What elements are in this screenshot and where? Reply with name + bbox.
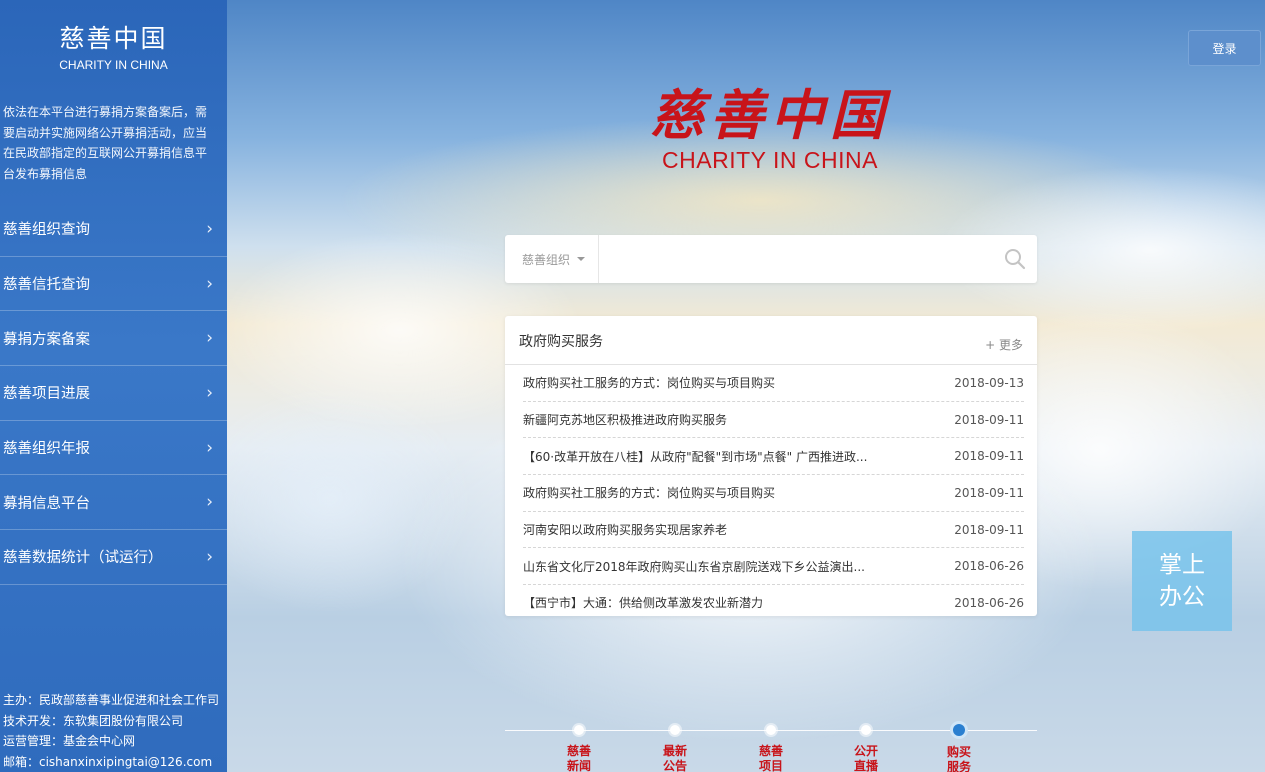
chevron-right-icon: › [206, 328, 213, 349]
timeline-label: 慈善项目 [758, 744, 783, 772]
news-item-title: 政府购买社工服务的方式：岗位购买与项目购买 [523, 486, 776, 501]
sidebar-item-label: 慈善项目进展 [3, 386, 90, 403]
timeline-item-live[interactable]: 公开直播 [846, 721, 886, 772]
sidebar-item-charity-org-query[interactable]: 慈善组织查询 › [0, 202, 227, 257]
chevron-right-icon: › [206, 382, 213, 403]
mobile-office-button[interactable]: 掌上 办公 [1132, 531, 1232, 631]
caret-down-icon [577, 257, 586, 261]
timeline-label: 购买服务 [946, 745, 971, 772]
news-item[interactable]: 政府购买社工服务的方式：岗位购买与项目购买 2018-09-13 [523, 365, 1024, 402]
timeline-label: 最新公告 [662, 744, 687, 772]
sidebar-item-fundraising-platform[interactable]: 募捐信息平台 › [0, 475, 227, 531]
chevron-right-icon: › [206, 492, 213, 513]
mobile-office-label-line1: 掌上 [1159, 552, 1205, 578]
news-item[interactable]: 【60·改革开放在八桂】从政府"配餐"到市场"点餐" 广西推进政... 2018… [523, 438, 1024, 476]
timeline-dot [861, 725, 871, 735]
news-panel: 政府购买服务 + 更多 政府购买社工服务的方式：岗位购买与项目购买 2018-0… [505, 316, 1037, 616]
news-item-title: 【60·改革开放在八桂】从政府"配餐"到市场"点餐" 广西推进政... [523, 449, 868, 464]
sidebar-brand: 慈善中国 CHARITY IN CHINA [0, 0, 227, 72]
footer-tech: 技术开发：东软集团股份有限公司 [3, 713, 184, 728]
login-button[interactable]: 登录 [1188, 30, 1261, 66]
news-item-title: 【西宁市】大通：供给侧改革激发农业新潜力 [523, 596, 764, 611]
search-button[interactable] [993, 235, 1037, 283]
news-list: 政府购买社工服务的方式：岗位购买与项目购买 2018-09-13 新疆阿克苏地区… [505, 365, 1037, 616]
section-timeline-nav: 慈善新闻 最新公告 慈善项目 公开直播 购买服务 [505, 721, 1037, 772]
chevron-right-icon: › [206, 546, 213, 567]
sidebar-item-label: 慈善数据统计（试运行） [3, 550, 163, 567]
sidebar-item-project-progress[interactable]: 慈善项目进展 › [0, 366, 227, 421]
sidebar-item-charity-trust-query[interactable]: 慈善信托查询 › [0, 257, 227, 312]
news-item-title: 河南安阳以政府购买服务实现居家养老 [523, 523, 728, 538]
timeline-dot [670, 725, 680, 735]
timeline-dot [574, 725, 584, 735]
sidebar-footer: 主办：民政部慈善事业促进和社会工作司 技术开发：东软集团股份有限公司 运营管理：… [3, 690, 219, 772]
news-item-title: 山东省文化厅2018年政府购买山东省京剧院送戏下乡公益演出... [523, 559, 865, 574]
timeline-label: 慈善新闻 [566, 744, 591, 772]
chevron-right-icon: › [206, 273, 213, 294]
news-item[interactable]: 山东省文化厅2018年政府购买山东省京剧院送戏下乡公益演出... 2018-06… [523, 548, 1024, 586]
news-panel-title: 政府购买服务 [519, 334, 603, 350]
main-logo-en: CHARITY IN CHINA [662, 147, 878, 173]
search-input[interactable] [599, 236, 993, 282]
sidebar-title-en: CHARITY IN CHINA [59, 58, 168, 72]
news-item-date: 2018-09-11 [954, 522, 1024, 537]
sidebar-title-cn: 慈善中国 [59, 24, 168, 53]
news-item-date: 2018-09-11 [954, 412, 1024, 427]
sidebar-item-label: 募捐信息平台 [3, 495, 90, 512]
sidebar-item-fundraising-filing[interactable]: 募捐方案备案 › [0, 311, 227, 367]
sidebar-item-label: 慈善信托查询 [3, 277, 90, 294]
news-item[interactable]: 新疆阿克苏地区积极推进政府购买服务 2018-09-11 [523, 402, 1024, 439]
sidebar-item-label: 募捐方案备案 [3, 331, 90, 348]
sidebar-item-label: 慈善组织查询 [3, 222, 90, 239]
sidebar-item-data-statistics[interactable]: 慈善数据统计（试运行） › [0, 530, 227, 585]
footer-host: 主办：民政部慈善事业促进和社会工作司 [3, 693, 220, 707]
sidebar-item-label: 慈善组织年报 [3, 441, 90, 458]
news-item-date: 2018-09-11 [954, 485, 1024, 500]
mobile-office-label-line2: 办公 [1159, 584, 1205, 610]
search-bar: 慈善组织 [505, 235, 1037, 283]
news-item-date: 2018-06-26 [954, 595, 1024, 610]
search-category-label: 慈善组织 [522, 252, 571, 267]
news-item-date: 2018-06-26 [954, 559, 1024, 574]
footer-email: 邮箱：cishanxinxipingtai@126.com [3, 754, 213, 769]
more-link[interactable]: + 更多 [985, 336, 1023, 353]
search-icon [1005, 249, 1026, 270]
main-logo: 慈善中国 CHARITY IN CHINA [620, 84, 920, 174]
news-item[interactable]: 政府购买社工服务的方式：岗位购买与项目购买 2018-09-11 [523, 475, 1024, 512]
timeline-item-charity-news[interactable]: 慈善新闻 [559, 721, 599, 772]
main-logo-cn: 慈善中国 [650, 83, 890, 147]
news-panel-header: 政府购买服务 + 更多 [505, 316, 1037, 365]
timeline-label: 公开直播 [853, 744, 878, 772]
news-item[interactable]: 【西宁市】大通：供给侧改革激发农业新潜力 2018-06-26 [523, 585, 1024, 616]
news-item-date: 2018-09-11 [954, 449, 1024, 464]
news-item-date: 2018-09-13 [954, 375, 1024, 390]
news-item[interactable]: 河南安阳以政府购买服务实现居家养老 2018-09-11 [523, 512, 1024, 549]
timeline-item-purchase-services[interactable]: 购买服务 [939, 721, 979, 772]
timeline-item-charity-projects[interactable]: 慈善项目 [751, 721, 791, 772]
chevron-right-icon: › [206, 437, 213, 458]
timeline-dot-active [953, 724, 965, 736]
sidebar-menu: 慈善组织查询 › 慈善信托查询 › 募捐方案备案 › 慈善项目进展 › 慈善组织… [0, 202, 227, 585]
news-item-title: 政府购买社工服务的方式：岗位购买与项目购买 [523, 376, 776, 391]
sidebar-item-annual-report[interactable]: 慈善组织年报 › [0, 421, 227, 476]
chevron-right-icon: › [206, 218, 213, 239]
timeline-item-latest-notice[interactable]: 最新公告 [655, 721, 695, 772]
sidebar-description: 依法在本平台进行募捐方案备案后，需要启动并实施网络公开募捐活动，应当在民政部指定… [3, 105, 208, 181]
timeline-dot [766, 725, 776, 735]
news-item-title: 新疆阿克苏地区积极推进政府购买服务 [523, 413, 728, 428]
search-category-select[interactable]: 慈善组织 [505, 235, 599, 283]
mobile-office-label: 掌上 办公 [1159, 549, 1205, 613]
sidebar: 慈善中国 CHARITY IN CHINA 依法在本平台进行募捐方案备案后，需要… [0, 0, 227, 772]
footer-ops: 运营管理：基金会中心网 [3, 734, 136, 748]
